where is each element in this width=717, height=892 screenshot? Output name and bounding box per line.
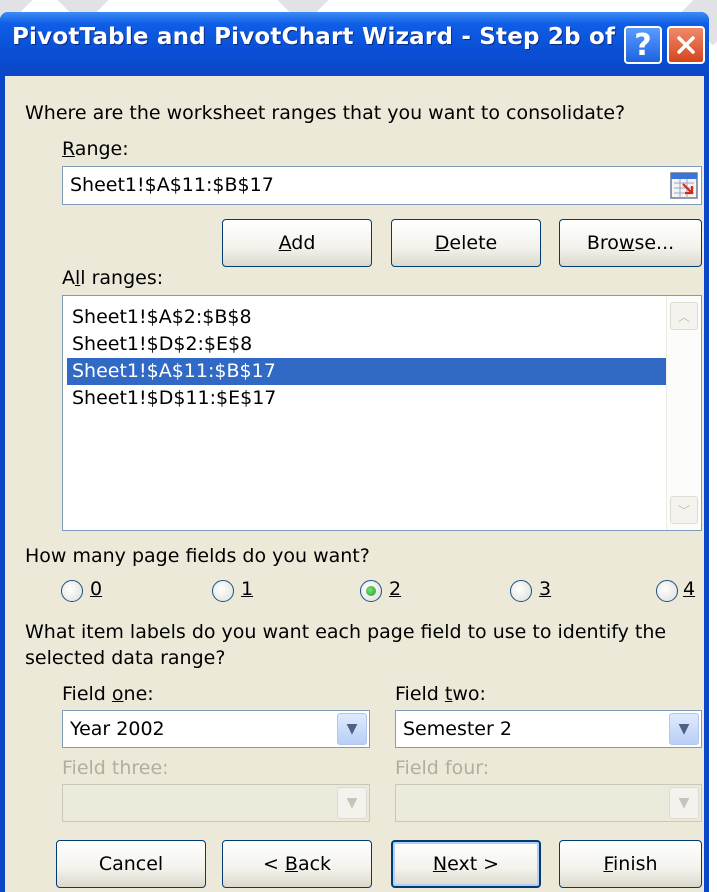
list-scrollbar[interactable]: ︿ ﹀ <box>666 296 701 530</box>
delete-button[interactable]: Delete <box>391 219 541 267</box>
scroll-up-button[interactable]: ︿ <box>670 302 698 330</box>
help-button[interactable]: ? <box>624 26 662 64</box>
list-item-selected[interactable]: Sheet1!$A$11:$B$17 <box>67 358 667 385</box>
browse-button-label: Browse... <box>586 232 675 254</box>
radio-1[interactable] <box>212 580 234 602</box>
help-icon: ? <box>634 27 652 63</box>
cancel-button[interactable]: Cancel <box>56 840 206 888</box>
all-ranges-list[interactable]: Sheet1!$A$2:$B$8 Sheet1!$D$2:$E$8 Sheet1… <box>62 295 702 531</box>
chevron-down-icon: ▼ <box>678 795 690 811</box>
radio-0[interactable] <box>61 580 83 602</box>
cancel-button-label: Cancel <box>98 853 164 875</box>
item-labels-question: What item labels do you want each page f… <box>25 621 667 643</box>
title-bar[interactable]: PivotTable and PivotChart Wizard - Step … <box>0 12 709 76</box>
list-item[interactable]: Sheet1!$A$2:$B$8 <box>67 304 628 331</box>
field-two-dropdown-button[interactable]: ▼ <box>669 713 699 745</box>
field-four-combobox: ▼ <box>395 784 702 822</box>
field-one-dropdown-button[interactable]: ▼ <box>337 713 367 745</box>
range-label: Range: <box>62 138 129 160</box>
field-four-label: Field four: <box>395 757 490 779</box>
back-button[interactable]: < Back <box>222 840 372 888</box>
range-input-value: Sheet1!$A$11:$B$17 <box>70 174 274 196</box>
item-labels-question-line2: selected data range? <box>25 647 226 669</box>
ranges-question: Where are the worksheet ranges that you … <box>25 102 626 124</box>
all-ranges-label: All ranges: <box>62 267 164 289</box>
close-button[interactable] <box>667 26 705 64</box>
radio-3[interactable] <box>510 580 532 602</box>
field-one-label: Field one: <box>62 683 154 705</box>
field-one-combobox[interactable]: Year 2002 ▼ <box>62 710 370 748</box>
finish-button-label: Finish <box>603 853 658 875</box>
field-one-value: Year 2002 <box>70 718 165 740</box>
add-button[interactable]: Add <box>222 219 372 267</box>
range-input[interactable]: Sheet1!$A$11:$B$17 <box>62 166 702 205</box>
finish-button[interactable]: Finish <box>559 840 702 888</box>
back-button-label: < Back <box>262 853 332 875</box>
field-three-combobox: ▼ <box>62 784 370 822</box>
radio-3-label: 3 <box>539 578 552 600</box>
radio-4-label: 4 <box>683 578 696 600</box>
radio-2-label: 2 <box>389 578 402 600</box>
collapse-dialog-button[interactable] <box>670 172 698 199</box>
radio-2-selected[interactable] <box>360 580 382 602</box>
field-three-label: Field three: <box>62 757 169 779</box>
page-fields-question: How many page fields do you want? <box>25 545 370 567</box>
field-three-dropdown-button: ▼ <box>337 787 367 819</box>
radio-4[interactable] <box>656 580 678 602</box>
add-button-label: Add <box>278 232 316 254</box>
wizard-dialog: PivotTable and PivotChart Wizard - Step … <box>0 12 709 892</box>
chevron-down-icon: ▼ <box>346 795 358 811</box>
radio-1-label: 1 <box>241 578 254 600</box>
radio-0-label: 0 <box>90 578 103 600</box>
close-icon <box>677 36 695 54</box>
next-button-label: Next > <box>432 853 500 875</box>
list-item[interactable]: Sheet1!$D$11:$E$17 <box>67 385 628 412</box>
browse-button[interactable]: Browse... <box>559 219 702 267</box>
list-item[interactable]: Sheet1!$D$2:$E$8 <box>67 331 628 358</box>
scroll-down-button[interactable]: ﹀ <box>670 496 698 524</box>
field-two-value[interactable]: Semester 2 <box>403 718 512 740</box>
window-title: PivotTable and PivotChart Wizard - Step … <box>12 24 640 50</box>
chevron-down-icon: ﹀ <box>677 503 690 518</box>
chevron-up-icon: ︿ <box>677 309 690 324</box>
field-two-combobox[interactable]: Semester 2 ▼ <box>395 710 702 748</box>
chevron-down-icon: ▼ <box>678 721 690 737</box>
range-selector-icon <box>670 172 698 199</box>
chevron-down-icon: ▼ <box>346 721 358 737</box>
next-button[interactable]: Next > <box>391 840 541 888</box>
field-four-dropdown-button: ▼ <box>669 787 699 819</box>
field-two-label: Field two: <box>395 683 486 705</box>
delete-button-label: Delete <box>434 232 498 254</box>
dialog-body: Where are the worksheet ranges that you … <box>5 76 704 892</box>
